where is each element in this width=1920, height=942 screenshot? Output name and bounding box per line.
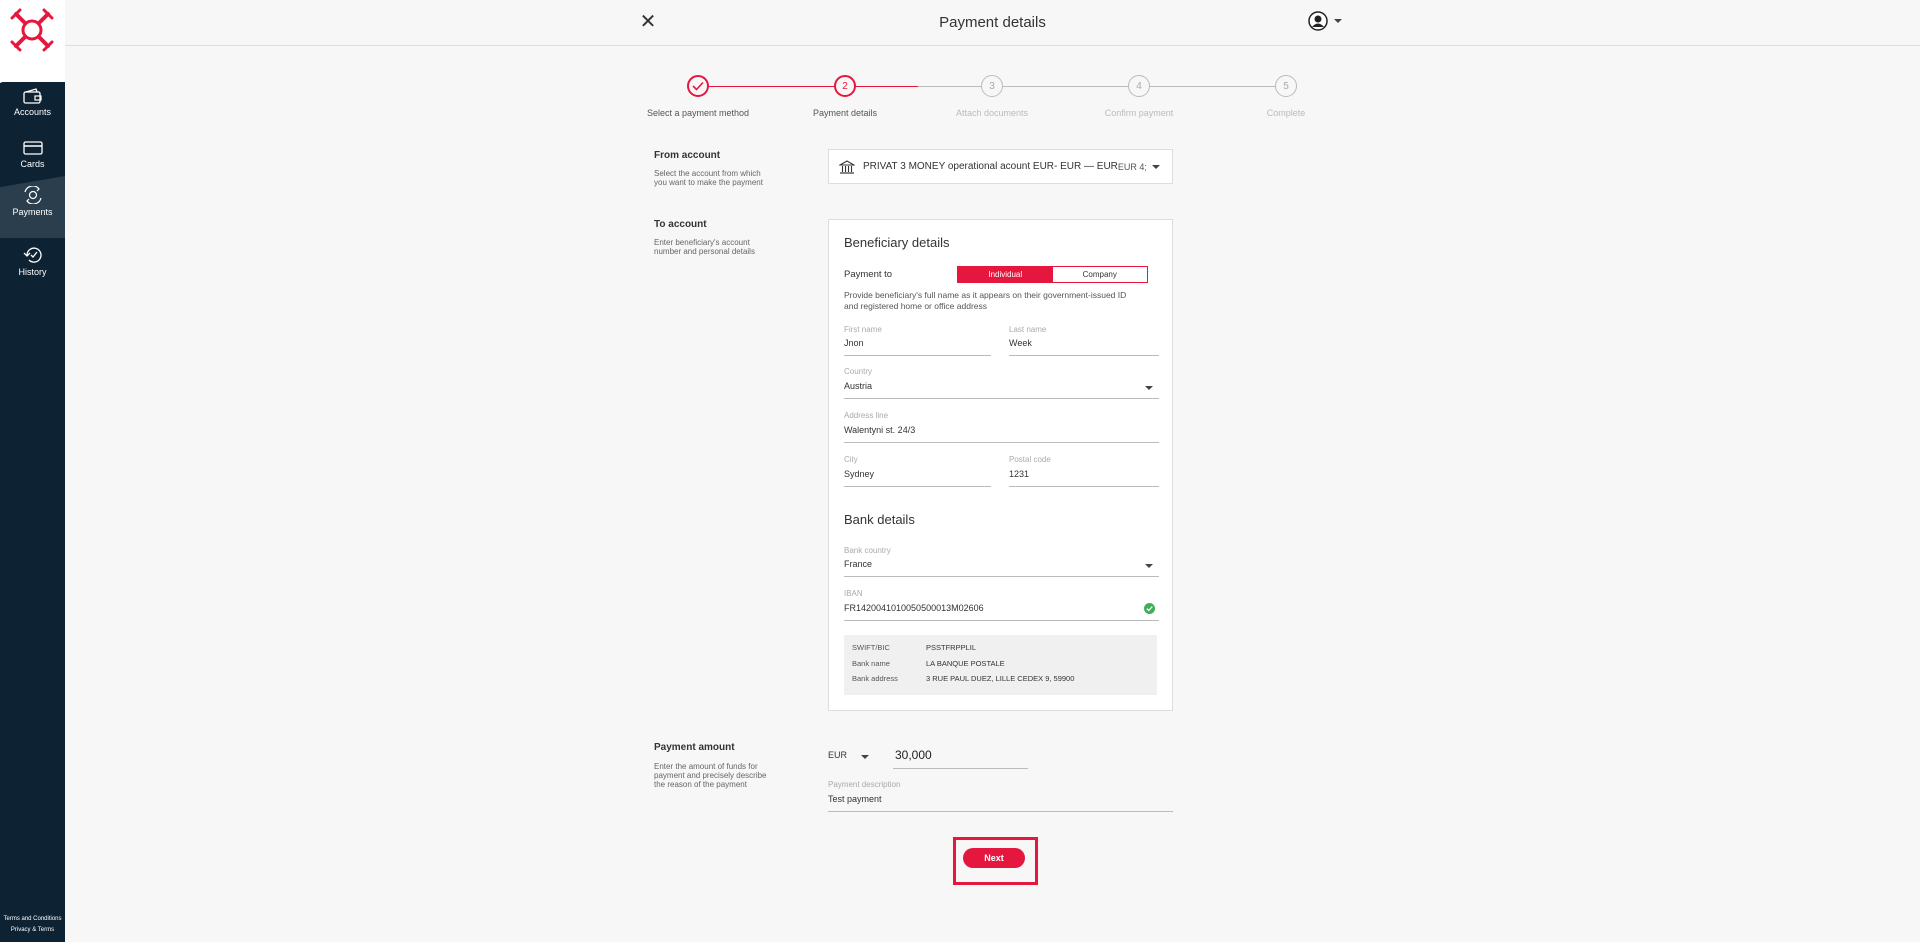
step-label: Payment details: [812, 108, 878, 118]
from-account-balance: EUR 4;: [1117, 161, 1147, 172]
iban-label: IBAN: [844, 589, 863, 598]
bank-country-label: Bank country: [844, 546, 891, 555]
country-select[interactable]: Austria: [844, 381, 872, 391]
payment-to-label: Payment to: [844, 269, 893, 280]
address-input[interactable]: Walentyni st. 24/3: [844, 425, 915, 435]
payment-to-toggle: Individual Company: [957, 266, 1148, 283]
beneficiary-heading: Beneficiary details: [844, 235, 950, 250]
payments-icon: [23, 186, 42, 204]
currency-select[interactable]: EUR: [828, 750, 872, 766]
bank-info-box: SWIFT/BIC PSSTFRPPLIL Bank name LA BANQU…: [844, 635, 1157, 695]
beneficiary-card: Beneficiary details Payment to Individua…: [828, 219, 1173, 711]
divider: [893, 768, 1028, 769]
divider: [828, 811, 1173, 812]
step-connector: [709, 86, 845, 87]
page-title: Payment details: [939, 14, 1046, 31]
step-label: Complete: [1266, 108, 1306, 118]
step-connector: [1150, 86, 1286, 87]
divider: [844, 398, 1159, 399]
to-account-subtitle: Enter beneficiary's account number and p…: [654, 238, 755, 256]
next-button[interactable]: Next: [963, 848, 1025, 868]
chevron-down-icon: [861, 755, 869, 759]
chevron-down-icon: [1334, 19, 1342, 23]
user-menu[interactable]: [1308, 11, 1342, 31]
user-avatar-icon: [1308, 11, 1328, 31]
postal-code-input[interactable]: 1231: [1009, 469, 1029, 479]
bank-icon: [839, 159, 855, 174]
beneficiary-hint: Provide beneficiary's full name as it ap…: [844, 290, 1127, 311]
step-5-circle: 5: [1275, 75, 1297, 97]
step-label: Attach documents: [955, 108, 1029, 118]
from-account-subtitle: Select the account from which you want t…: [654, 169, 763, 187]
check-icon: [692, 81, 704, 91]
city-input[interactable]: Sydney: [844, 469, 874, 479]
sidebar-item-label: Payments: [12, 207, 53, 217]
divider: [844, 486, 991, 487]
step-label: Select a payment method: [646, 108, 750, 118]
sidebar-item-label: History: [18, 267, 47, 277]
bank-country-select[interactable]: France: [844, 559, 872, 569]
privacy-link[interactable]: Privacy & Terms: [0, 925, 65, 936]
sidebar: Accounts Cards Payments History Terms an…: [0, 0, 65, 942]
payment-description-input[interactable]: Test payment: [828, 794, 882, 804]
iban-input[interactable]: FR1420041010050500013M02606: [844, 603, 984, 613]
progress-stepper: 2 3 4 5 Select a payment method Payment …: [0, 75, 1920, 125]
bank-address-key: Bank address: [852, 674, 898, 683]
sidebar-item-payments[interactable]: Payments: [0, 176, 65, 238]
step-label: Confirm payment: [1104, 108, 1174, 118]
last-name-input[interactable]: Week: [1009, 338, 1032, 348]
step-connector: [856, 86, 918, 87]
step-1-circle: [687, 75, 709, 97]
first-name-input[interactable]: Jnon: [844, 338, 864, 348]
postal-code-label: Postal code: [1009, 455, 1051, 464]
city-label: City: [844, 455, 858, 464]
sidebar-footer: Terms and Conditions Privacy & Terms: [0, 914, 65, 936]
from-account-title: From account: [654, 150, 721, 161]
currency-value: EUR: [828, 750, 848, 760]
swift-key: SWIFT/BIC: [852, 643, 890, 652]
divider: [1009, 355, 1159, 356]
chevron-down-icon[interactable]: [1145, 564, 1153, 568]
company-option[interactable]: Company: [1052, 267, 1147, 282]
sidebar-item-cards[interactable]: Cards: [0, 132, 65, 184]
last-name-label: Last name: [1009, 325, 1047, 334]
amount-input[interactable]: 30,000: [895, 748, 932, 762]
valid-check-icon: [1144, 603, 1155, 614]
bank-address-value: 3 RUE PAUL DUEZ, LILLE CEDEX 9, 59900: [926, 674, 1075, 683]
to-account-title: To account: [654, 219, 707, 230]
first-name-label: First name: [844, 325, 882, 334]
step-connector: [1003, 86, 1139, 87]
step-2-circle: 2: [834, 75, 856, 97]
bank-name-value: LA BANQUE POSTALE: [926, 659, 1005, 668]
step-4-circle: 4: [1128, 75, 1150, 97]
payment-description-label: Payment description: [828, 780, 901, 789]
terms-link[interactable]: Terms and Conditions: [0, 914, 65, 925]
bank-details-heading: Bank details: [844, 512, 915, 527]
next-highlight: Next: [953, 837, 1038, 885]
divider: [844, 355, 991, 356]
brand-logo-icon: [10, 8, 54, 52]
divider: [1009, 486, 1159, 487]
bank-name-key: Bank name: [852, 659, 890, 668]
card-icon: [22, 141, 43, 155]
sidebar-item-history[interactable]: History: [0, 238, 65, 290]
individual-option[interactable]: Individual: [958, 267, 1053, 282]
from-account-value: PRIVAT 3 MONEY operational acount EUR- E…: [863, 161, 1118, 172]
divider: [844, 620, 1159, 621]
divider: [844, 576, 1159, 577]
chevron-down-icon[interactable]: [1145, 386, 1153, 390]
chevron-down-icon: [1152, 165, 1160, 169]
address-label: Address line: [844, 411, 889, 420]
top-bar: ✕ Payment details: [65, 0, 1920, 46]
country-label: Country: [844, 367, 873, 376]
from-account-select[interactable]: PRIVAT 3 MONEY operational acount EUR- E…: [828, 149, 1173, 184]
step-3-circle: 3: [981, 75, 1003, 97]
payment-amount-subtitle: Enter the amount of funds for payment an…: [654, 762, 767, 789]
divider: [844, 442, 1159, 443]
swift-value: PSSTFRPPLIL: [926, 643, 977, 652]
sidebar-item-label: Cards: [20, 159, 45, 169]
history-icon: [23, 247, 42, 263]
payment-amount-title: Payment amount: [654, 742, 735, 753]
